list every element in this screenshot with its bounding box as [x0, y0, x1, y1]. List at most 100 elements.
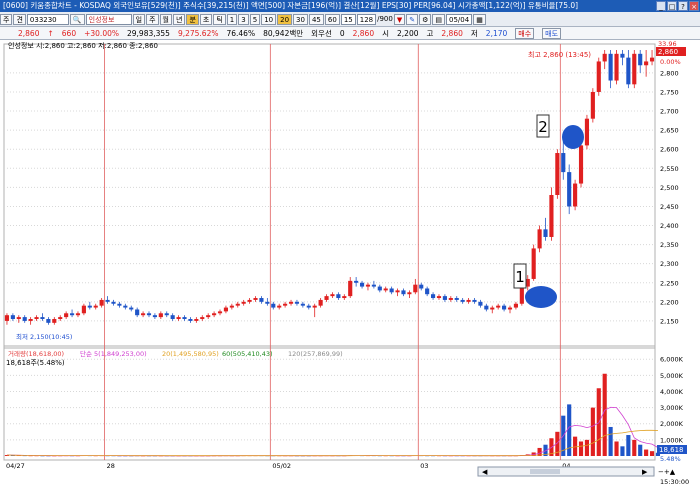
- candle-body: [460, 299, 465, 302]
- stock-code-input[interactable]: 033230: [26, 13, 69, 25]
- buy-button[interactable]: 매수: [515, 27, 535, 39]
- candle-body: [283, 303, 288, 306]
- trade-amount: 80,942백만: [263, 28, 304, 38]
- timeframe-minute[interactable]: 분: [186, 13, 199, 25]
- search-icon[interactable]: 🔍: [69, 13, 85, 25]
- candle-body: [401, 290, 406, 295]
- candle-body: [4, 315, 10, 321]
- candle-body: [561, 153, 566, 173]
- candle-body: [413, 284, 418, 293]
- interval-20[interactable]: 20: [277, 13, 293, 25]
- candle-body: [348, 280, 353, 297]
- timeframe-second[interactable]: 초: [199, 13, 213, 25]
- volume-bar: [638, 444, 643, 456]
- candle-body: [300, 303, 305, 306]
- candle-body: [383, 288, 388, 291]
- candle-body: [543, 229, 548, 237]
- zero-pct-label: 0.00%: [660, 58, 681, 66]
- change-value: 660: [61, 28, 77, 38]
- pen-icon[interactable]: ✎: [406, 13, 419, 25]
- price-volume-chart[interactable]: 2,150 2,200 2,250 2,300 2,350 2,400 2,450 2,500…: [0, 40, 700, 487]
- candle-body: [567, 172, 572, 207]
- minute-input[interactable]: 15: [340, 13, 356, 25]
- low-annotation: 최저 2,150(10:45): [16, 332, 72, 341]
- price-tick-label: 2,700: [660, 108, 679, 116]
- candle-body: [46, 319, 51, 323]
- period-selector[interactable]: 견: [13, 13, 26, 25]
- timeframe-day[interactable]: 일: [132, 13, 146, 25]
- date-input[interactable]: 05/04: [446, 13, 473, 25]
- candle-body: [200, 317, 205, 320]
- zoom-controls-icon[interactable]: −+▲: [658, 468, 676, 476]
- candle-body: [454, 298, 459, 300]
- current-price-label: 2,860: [658, 48, 678, 56]
- volume-tick-label: 4,000K: [660, 388, 684, 396]
- candle-body: [436, 296, 442, 299]
- timeframe-year[interactable]: 년: [172, 13, 186, 25]
- candle-body: [365, 284, 371, 287]
- candle-body: [194, 319, 199, 321]
- candle-body: [472, 299, 477, 302]
- volume-legend-item: 60(505,410,43): [222, 350, 273, 358]
- candle-body: [235, 303, 240, 306]
- chart-tools-icon[interactable]: ▼: [393, 13, 406, 25]
- price-tick-label: 2,150: [660, 317, 679, 325]
- candle-body: [294, 301, 300, 304]
- interval-60[interactable]: 60: [324, 13, 340, 25]
- candle-body: [614, 53, 619, 81]
- candle-body: [638, 53, 643, 66]
- close-icon[interactable]: ×: [689, 1, 699, 11]
- chart-scrollbar[interactable]: [477, 466, 655, 477]
- scroll-left-icon[interactable]: ◀: [482, 468, 488, 476]
- interval-10[interactable]: 10: [261, 13, 277, 25]
- print-icon[interactable]: ▤: [432, 13, 446, 25]
- maximize-icon[interactable]: □: [667, 1, 677, 11]
- price-tick-label: 2,300: [660, 260, 679, 268]
- interval-3[interactable]: 3: [238, 13, 249, 25]
- timeframe-tick[interactable]: 틱: [213, 13, 226, 25]
- candle-body: [75, 313, 81, 316]
- candle-body: [265, 301, 270, 304]
- price-tick-label: 2,450: [660, 203, 679, 211]
- volume-tick-label: 5,000K: [660, 372, 684, 380]
- volume-tick-label: 6,000K: [660, 356, 684, 364]
- marker-1-label: 1: [515, 268, 525, 286]
- candle-body: [584, 118, 590, 146]
- candle-body: [176, 317, 181, 320]
- minimize-icon[interactable]: _: [656, 1, 666, 11]
- candle-body: [28, 319, 33, 321]
- timeframe-week[interactable]: 주: [146, 13, 159, 25]
- help-icon[interactable]: ?: [678, 1, 688, 11]
- volume-bar: [626, 435, 631, 456]
- interval-5[interactable]: 5: [249, 13, 261, 25]
- interval-1[interactable]: 1: [226, 13, 238, 25]
- interval-30[interactable]: 30: [293, 13, 308, 25]
- price-tick-label: 2,650: [660, 127, 679, 135]
- sell-button[interactable]: 매도: [542, 27, 562, 39]
- candle-body: [164, 313, 169, 316]
- volume-bar: [620, 446, 625, 456]
- up-arrow-icon: ↑: [47, 28, 54, 38]
- candle-body: [22, 317, 27, 321]
- calendar-icon[interactable]: ▦: [473, 13, 486, 25]
- volume-bar: [578, 441, 584, 456]
- candle-body: [519, 286, 524, 304]
- settings-icon[interactable]: ⚙: [419, 13, 432, 25]
- window-title-bar: [0600] 키움종합차트 - KOSDAQ 외국인보유[529(천)] 주식수…: [0, 0, 700, 12]
- candle-body: [330, 294, 335, 297]
- scroll-right-icon[interactable]: ▶: [642, 468, 648, 476]
- candle-body: [389, 288, 394, 293]
- candle-body: [141, 313, 146, 316]
- time-tick-label: 05/02: [272, 462, 291, 470]
- candle-body: [490, 307, 495, 310]
- candle-body: [466, 299, 471, 302]
- interval-45[interactable]: 45: [308, 13, 324, 25]
- candle-body: [478, 301, 483, 306]
- scrollbar-thumb[interactable]: [530, 469, 560, 474]
- candle-body: [105, 299, 110, 302]
- timeframe-month[interactable]: 월: [159, 13, 172, 25]
- market-selector[interactable]: 주: [0, 13, 13, 25]
- quote-bar: 2,860 ↑ 660 +30.00% 29,983,355 9,275.62% …: [0, 27, 700, 40]
- candle-body: [502, 305, 507, 310]
- candle-count-input[interactable]: 128: [356, 13, 377, 25]
